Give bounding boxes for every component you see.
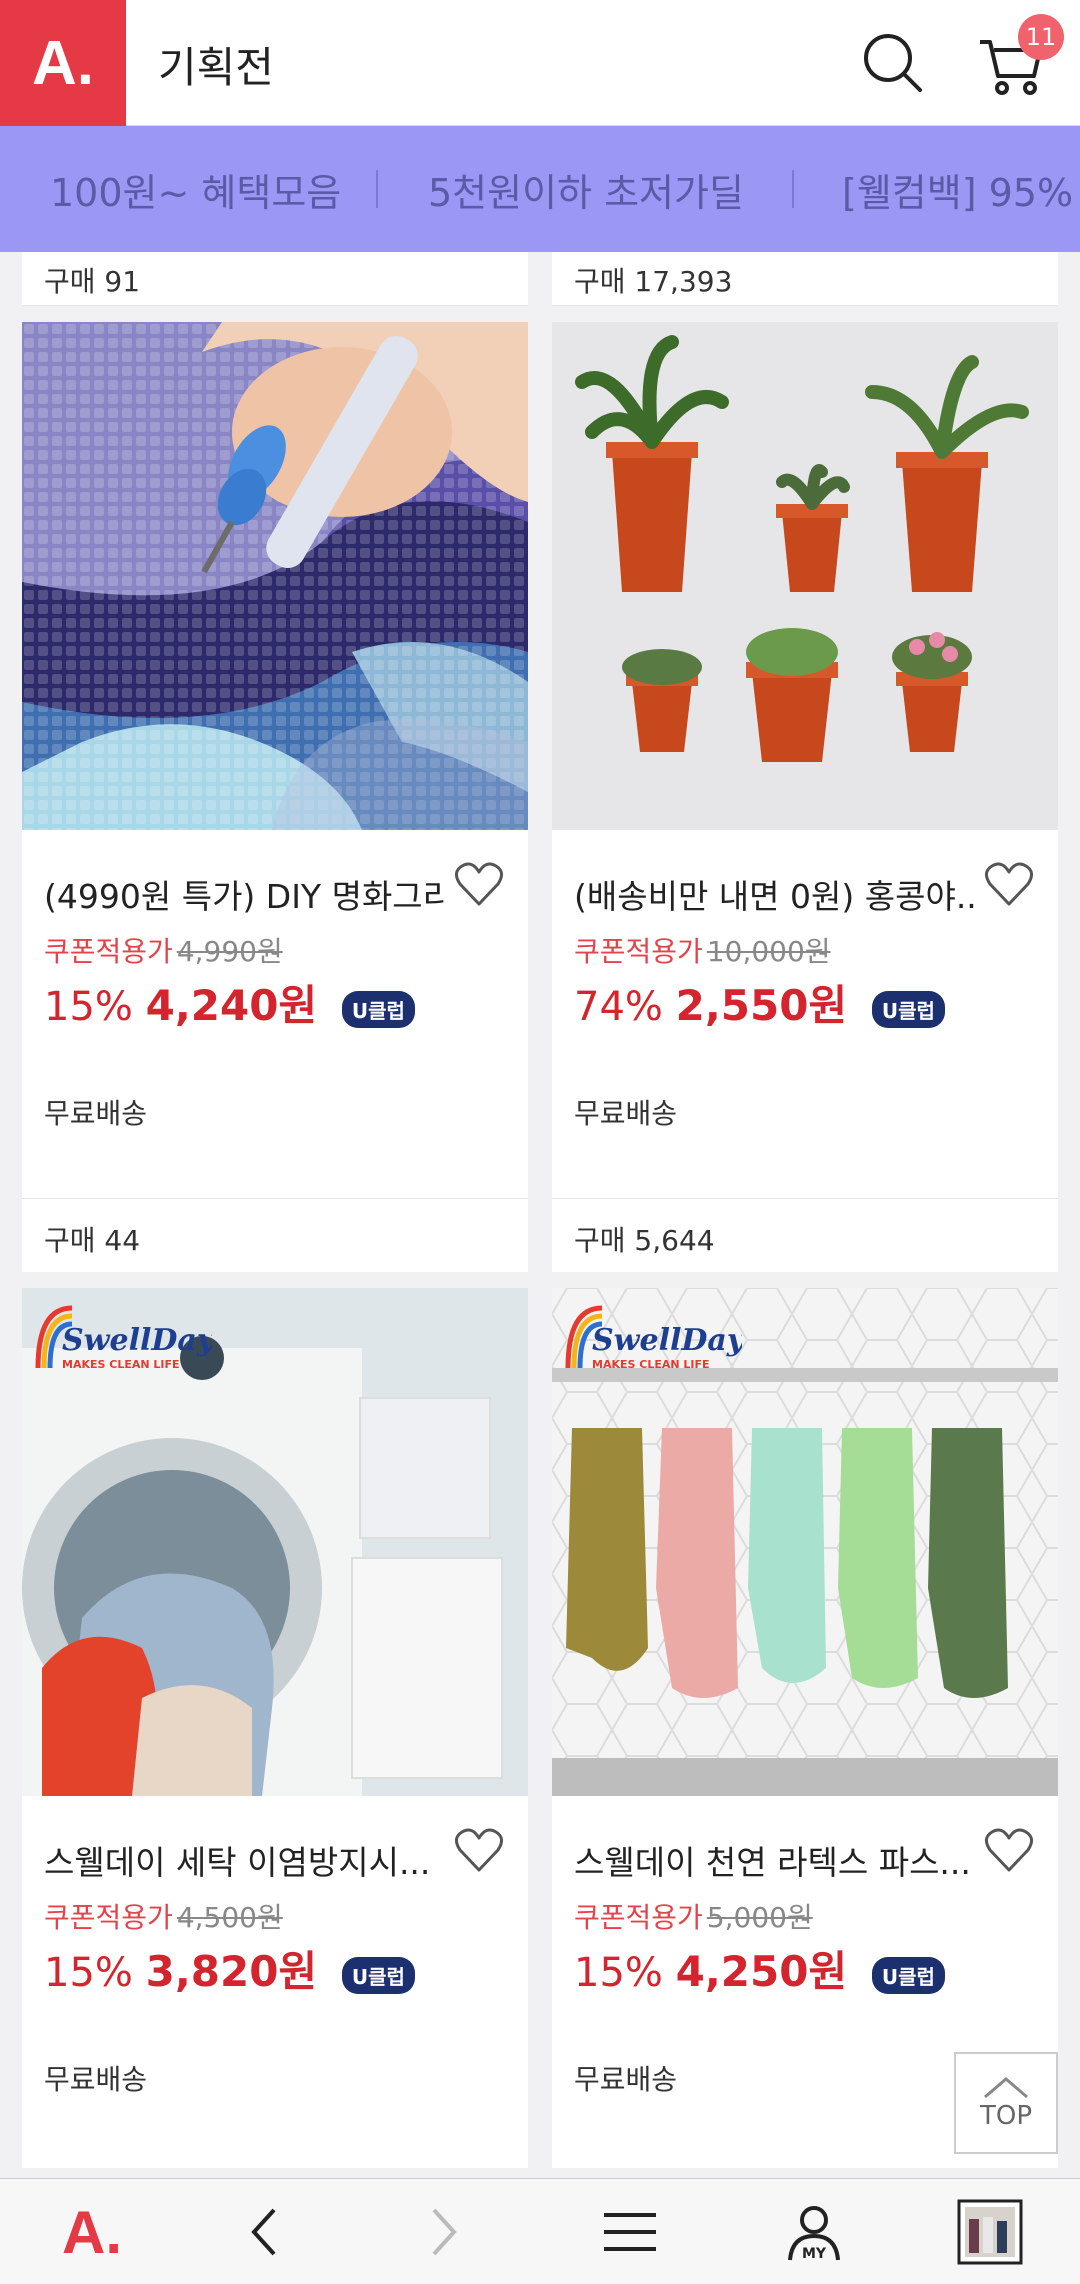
product-card[interactable]: (배송비만 내면 0원) 홍콩야... 쿠폰적용가 10,000원 74% 2,5…	[552, 322, 1058, 1272]
logo[interactable]: A.	[0, 0, 126, 126]
shipping-label: 무료배송	[44, 2063, 148, 2096]
back-icon[interactable]	[224, 2197, 304, 2267]
coupon-price-row: 쿠폰적용가 4,990원	[44, 930, 283, 970]
sale-price: 3,820원	[145, 1947, 318, 1996]
price-row: 15% 4,250원 U클럽	[574, 1938, 945, 1999]
shipping-label: 무료배송	[574, 1097, 678, 1130]
purchase-count: 구매 91	[22, 252, 528, 306]
coupon-label: 쿠폰적용가	[44, 1901, 173, 1934]
price-row: 15% 4,240원 U클럽	[44, 972, 415, 1033]
product-image[interactable]: SwellDay MAKES CLEAN LIFE	[552, 1288, 1058, 1796]
page-title: 기획전	[158, 43, 274, 92]
wishlist-heart-icon[interactable]	[982, 858, 1036, 912]
product-image[interactable]	[552, 322, 1058, 830]
original-price: 4,500원	[176, 1901, 283, 1934]
chevron-up-icon	[984, 2077, 1028, 2099]
product-card[interactable]: SwellDay MAKES CLEAN LIFE 스웰데이 세탁 이염방지시.…	[22, 1288, 528, 2168]
category-tabs: 100원~ 혜택모음 5천원이하 초저가딜 [웰컴백] 95% 쿠	[0, 126, 1080, 252]
brand-logo: SwellDay MAKES CLEAN LIFE	[565, 1305, 742, 1371]
product-card[interactable]: SwellDay MAKES CLEAN LIFE 스웰데이 천연 라텍스 파스…	[552, 1288, 1058, 2168]
purchase-count: 구매 44	[22, 1198, 528, 1272]
scroll-top-label: TOP	[979, 2101, 1033, 2131]
discount-rate: 15%	[574, 1950, 663, 1996]
price-row: 15% 3,820원 U클럽	[44, 1938, 415, 1999]
search-icon[interactable]	[858, 28, 928, 98]
discount-rate: 74%	[574, 984, 663, 1030]
product-name[interactable]: 스웰데이 천연 라텍스 파스...	[574, 1836, 974, 1884]
coupon-price-row: 쿠폰적용가 5,000원	[574, 1896, 813, 1936]
brand-logo-text: SwellDay	[592, 1323, 742, 1358]
discount-rate: 15%	[44, 1950, 133, 1996]
uclub-badge: U클럽	[341, 1956, 415, 1994]
wishlist-heart-icon[interactable]	[452, 858, 506, 912]
original-price: 5,000원	[706, 1901, 813, 1934]
price-row: 74% 2,550원 U클럽	[574, 972, 945, 1033]
brand-logo: SwellDay MAKES CLEAN LIFE	[35, 1305, 212, 1371]
scroll-top-button[interactable]: TOP	[954, 2052, 1058, 2154]
bottom-navigation: A. MY	[0, 2178, 1080, 2284]
menu-icon[interactable]	[590, 2197, 670, 2267]
uclub-badge: U클럽	[871, 990, 945, 1028]
product-card[interactable]: (4990원 특가) DIY 명화그리... 쿠폰적용가 4,990원 15% 4…	[22, 322, 528, 1272]
discount-rate: 15%	[44, 984, 133, 1030]
tab-benefits[interactable]: 100원~ 혜택모음	[50, 162, 341, 217]
sale-price: 4,240원	[145, 981, 318, 1030]
shipping-label: 무료배송	[44, 1097, 148, 1130]
product-name[interactable]: (배송비만 내면 0원) 홍콩야...	[574, 870, 974, 918]
forward-icon[interactable]	[404, 2197, 484, 2267]
recent-items-thumbnail[interactable]	[950, 2197, 1030, 2267]
product-name[interactable]: 스웰데이 세탁 이염방지시...	[44, 1836, 444, 1884]
sale-price: 2,550원	[675, 981, 848, 1030]
original-price: 10,000원	[706, 935, 831, 968]
cart-count-badge: 11	[1018, 14, 1064, 60]
uclub-badge: U클럽	[341, 990, 415, 1028]
my-label: MY	[802, 2246, 827, 2262]
original-price: 4,990원	[176, 935, 283, 968]
product-image[interactable]	[22, 322, 528, 830]
tab-divider	[792, 170, 794, 208]
product-image[interactable]: SwellDay MAKES CLEAN LIFE	[22, 1288, 528, 1796]
tab-divider	[376, 170, 378, 208]
brand-logo-text: SwellDay	[62, 1323, 212, 1358]
coupon-label: 쿠폰적용가	[574, 1901, 703, 1934]
my-page-icon[interactable]: MY	[774, 2197, 854, 2267]
purchase-count: 구매 5,644	[552, 1198, 1058, 1272]
shipping-label: 무료배송	[574, 2063, 678, 2096]
purchase-count: 구매 17,393	[552, 252, 1058, 306]
home-logo[interactable]: A.	[52, 2197, 132, 2267]
svg-text:MAKES CLEAN LIFE: MAKES CLEAN LIFE	[592, 1358, 710, 1371]
coupon-price-row: 쿠폰적용가 10,000원	[574, 930, 831, 970]
uclub-badge: U클럽	[871, 1956, 945, 1994]
svg-text:MAKES CLEAN LIFE: MAKES CLEAN LIFE	[62, 1358, 180, 1371]
app-header: A. 기획전 11	[0, 0, 1080, 126]
product-name[interactable]: (4990원 특가) DIY 명화그리...	[44, 870, 444, 918]
coupon-price-row: 쿠폰적용가 4,500원	[44, 1896, 283, 1936]
wishlist-heart-icon[interactable]	[452, 1824, 506, 1878]
sale-price: 4,250원	[675, 1947, 848, 1996]
coupon-label: 쿠폰적용가	[44, 935, 173, 968]
tab-welcome-back[interactable]: [웰컴백] 95% 쿠	[842, 162, 1080, 217]
wishlist-heart-icon[interactable]	[982, 1824, 1036, 1878]
tab-low-price[interactable]: 5천원이하 초저가딜	[428, 162, 744, 217]
coupon-label: 쿠폰적용가	[574, 935, 703, 968]
